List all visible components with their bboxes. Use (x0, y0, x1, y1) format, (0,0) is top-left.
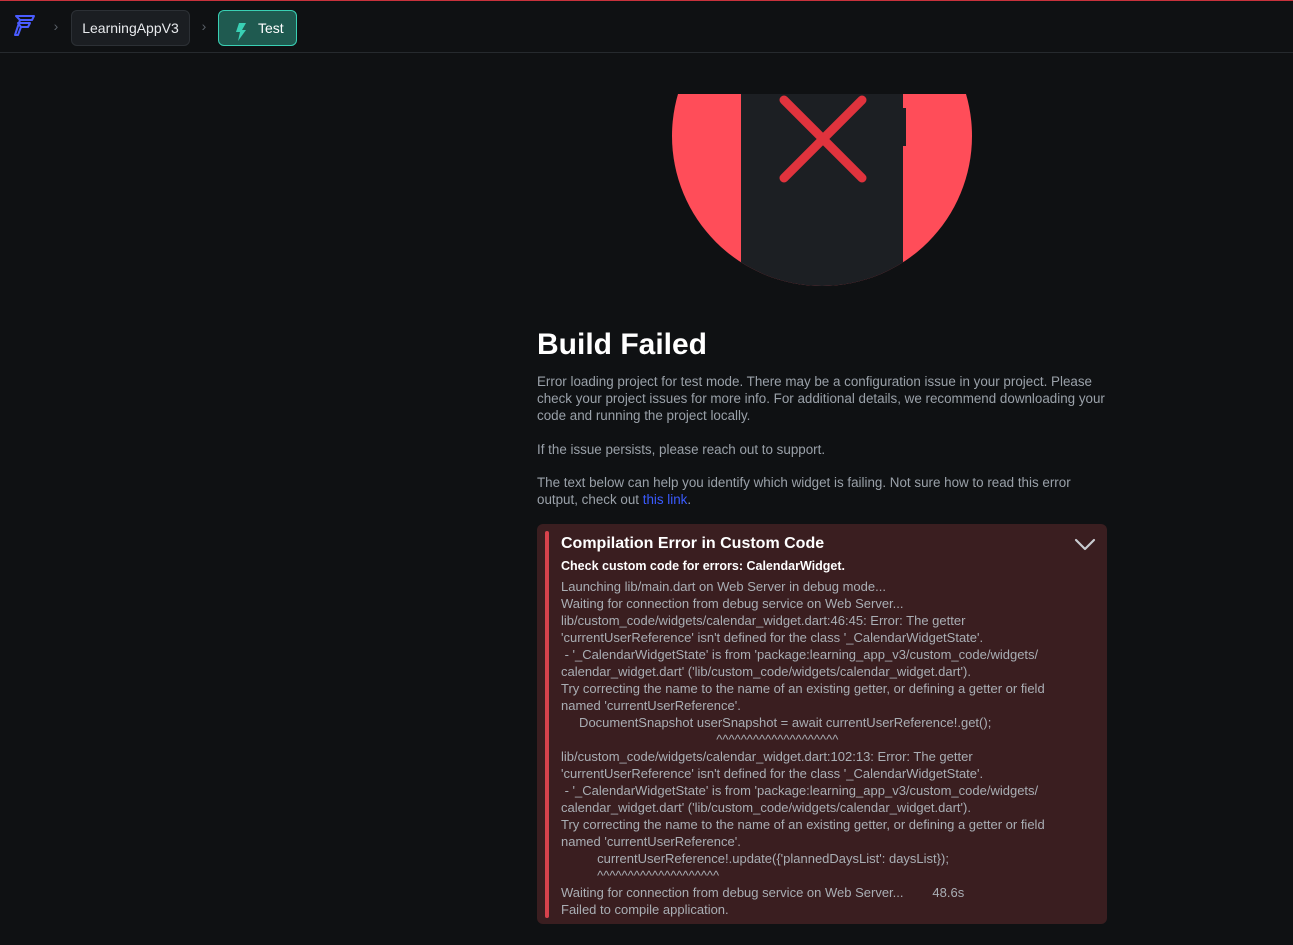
help-text-prefix: The text below can help you identify whi… (537, 475, 1071, 507)
help-text: The text below can help you identify whi… (537, 474, 1107, 508)
error-log-line: Try correcting the name to the name of a… (561, 817, 1045, 832)
chevron-right-icon: › (53, 18, 59, 34)
error-log-line: currentUserReference!.update({'plannedDa… (561, 851, 949, 866)
error-log-line: 'currentUserReference' isn't defined for… (561, 766, 984, 781)
bolt-icon (235, 19, 247, 41)
phone-error-icon (672, 94, 972, 288)
test-mode-button[interactable]: Test (218, 10, 297, 46)
error-log-line: ^^^^^^^^^^^^^^^^^^^^ (561, 732, 839, 747)
error-log-line: DocumentSnapshot userSnapshot = await cu… (561, 715, 992, 730)
help-link[interactable]: this link (643, 492, 688, 507)
error-subtitle: Check custom code for errors: CalendarWi… (561, 559, 845, 573)
error-log-line: calendar_widget.dart' ('lib/custom_code/… (561, 664, 971, 679)
error-log-line: 'currentUserReference' isn't defined for… (561, 630, 984, 645)
error-log-line: Waiting for connection from debug servic… (561, 885, 965, 900)
top-bar: › LearningAppV3 › Test (0, 1, 1293, 53)
error-log-line: ^^^^^^^^^^^^^^^^^^^^ (561, 868, 720, 883)
support-note: If the issue persists, please reach out … (537, 442, 826, 457)
test-mode-label: Test (258, 20, 284, 36)
error-log-line: named 'currentUserReference'. (561, 834, 741, 849)
error-log-line: lib/custom_code/widgets/calendar_widget.… (561, 613, 966, 628)
error-log-line: Try correcting the name to the name of a… (561, 681, 1045, 696)
error-log-line: Waiting for connection from debug servic… (561, 596, 904, 611)
error-log-line: Failed to compile application. (561, 902, 729, 917)
error-log-line: - '_CalendarWidgetState' is from 'packag… (561, 783, 1039, 798)
flutterflow-logo-icon[interactable] (12, 13, 38, 39)
chevron-down-icon[interactable] (1073, 534, 1097, 554)
error-log-line: calendar_widget.dart' ('lib/custom_code/… (561, 800, 971, 815)
error-title: Compilation Error in Custom Code (561, 535, 825, 552)
help-text-suffix: . (687, 492, 692, 507)
breadcrumb-project-button[interactable]: LearningAppV3 (71, 10, 190, 46)
error-log-line: - '_CalendarWidgetState' is from 'packag… (561, 647, 1039, 662)
error-log: Launching lib/main.dart on Web Server in… (561, 578, 1091, 918)
error-description: Error loading project for test mode. The… (537, 374, 1105, 423)
error-panel: Compilation Error in Custom Code Check c… (537, 524, 1107, 924)
error-log-line: lib/custom_code/widgets/calendar_widget.… (561, 749, 973, 764)
error-indicator-bar (545, 531, 549, 918)
error-log-line: named 'currentUserReference'. (561, 698, 741, 713)
chevron-right-icon: › (201, 18, 207, 34)
page-title: Build Failed (537, 328, 708, 361)
error-log-line: Launching lib/main.dart on Web Server in… (561, 579, 886, 594)
